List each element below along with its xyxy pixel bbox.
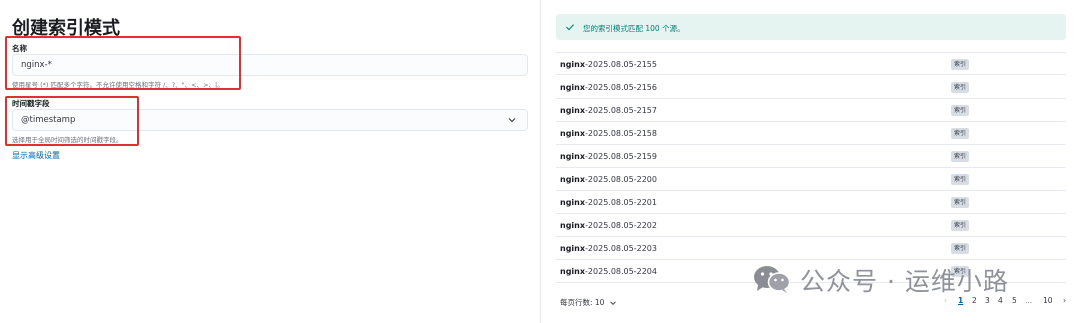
matching-sources-panel: 您的索引模式匹配 100 个源。 nginx-2025.08.05-2155 索…	[541, 0, 1080, 323]
name-help-text: 使用星号 (*) 匹配多个字符。不允许使用空格和字符 /、?、"、<、>、|。	[12, 81, 224, 89]
source-name: nginx-2025.08.05-2159	[560, 152, 657, 161]
table-row: nginx-2025.08.05-2203 索引	[556, 237, 1066, 260]
index-badge: 索引	[951, 82, 970, 93]
name-label: 名称	[12, 44, 27, 53]
table-row: nginx-2025.08.05-2201 索引	[556, 191, 1066, 214]
source-name: nginx-2025.08.05-2201	[560, 198, 657, 207]
check-icon	[566, 24, 575, 31]
index-badge: 索引	[951, 128, 970, 139]
index-badge: 索引	[951, 105, 970, 116]
table-row: nginx-2025.08.05-2158 索引	[556, 122, 1066, 145]
index-badge: 索引	[951, 59, 970, 70]
match-callout-text: 您的索引模式匹配 100 个源。	[583, 24, 685, 33]
table-row: nginx-2025.08.05-2200 索引	[556, 168, 1066, 191]
pagination-ellipsis: ...	[1025, 296, 1033, 305]
page-title: 创建索引模式	[12, 18, 120, 39]
source-name: nginx-2025.08.05-2202	[560, 221, 657, 230]
table-row: nginx-2025.08.05-2204 索引	[556, 260, 1066, 283]
page-1-button[interactable]: 1	[958, 296, 963, 305]
source-name: nginx-2025.08.05-2155	[560, 60, 657, 69]
page-4-button[interactable]: 4	[998, 296, 1003, 305]
timestamp-label: 时间戳字段	[12, 99, 50, 108]
table-row: nginx-2025.08.05-2157 索引	[556, 99, 1066, 122]
index-badge: 索引	[951, 266, 970, 277]
name-input[interactable]: nginx-*	[12, 54, 528, 76]
timestamp-select-value: @timestamp	[21, 115, 76, 125]
source-name: nginx-2025.08.05-2200	[560, 175, 657, 184]
chevron-down-icon	[610, 301, 616, 306]
index-badge: 索引	[951, 174, 970, 185]
chevron-down-icon	[508, 118, 516, 123]
table-row: nginx-2025.08.05-2202 索引	[556, 214, 1066, 237]
previous-page-icon[interactable]: ‹	[944, 296, 947, 305]
table-row: nginx-2025.08.05-2155 索引	[556, 52, 1066, 75]
table-row: nginx-2025.08.05-2156 索引	[556, 76, 1066, 99]
timestamp-help-text: 选择用于全局时间筛选的时间戳字段。	[12, 136, 123, 144]
source-name: nginx-2025.08.05-2204	[560, 267, 657, 276]
show-advanced-settings-link[interactable]: 显示高级设置	[12, 150, 60, 161]
source-name: nginx-2025.08.05-2158	[560, 129, 657, 138]
source-name: nginx-2025.08.05-2203	[560, 244, 657, 253]
index-badge: 索引	[951, 151, 970, 162]
page-3-button[interactable]: 3	[985, 296, 990, 305]
index-badge: 索引	[951, 220, 970, 231]
page-5-button[interactable]: 5	[1012, 296, 1017, 305]
rows-per-page-label: 每页行数: 10	[560, 298, 605, 307]
source-name: nginx-2025.08.05-2157	[560, 106, 657, 115]
match-callout: 您的索引模式匹配 100 个源。	[556, 14, 1066, 40]
next-page-icon[interactable]: ›	[1063, 296, 1066, 305]
index-badge: 索引	[951, 197, 970, 208]
page-2-button[interactable]: 2	[972, 296, 977, 305]
index-badge: 索引	[951, 243, 970, 254]
rows-per-page-selector[interactable]: 每页行数: 10	[560, 297, 617, 308]
source-name: nginx-2025.08.05-2156	[560, 83, 657, 92]
page-10-button[interactable]: 10	[1043, 296, 1053, 305]
pagination: ‹ 1 2 3 4 5 ... 10 ›	[940, 296, 1080, 308]
table-row: nginx-2025.08.05-2159 索引	[556, 145, 1066, 168]
timestamp-select[interactable]: @timestamp	[12, 109, 528, 131]
create-index-pattern-panel: 创建索引模式 名称 nginx-* 使用星号 (*) 匹配多个字符。不允许使用空…	[0, 0, 540, 323]
